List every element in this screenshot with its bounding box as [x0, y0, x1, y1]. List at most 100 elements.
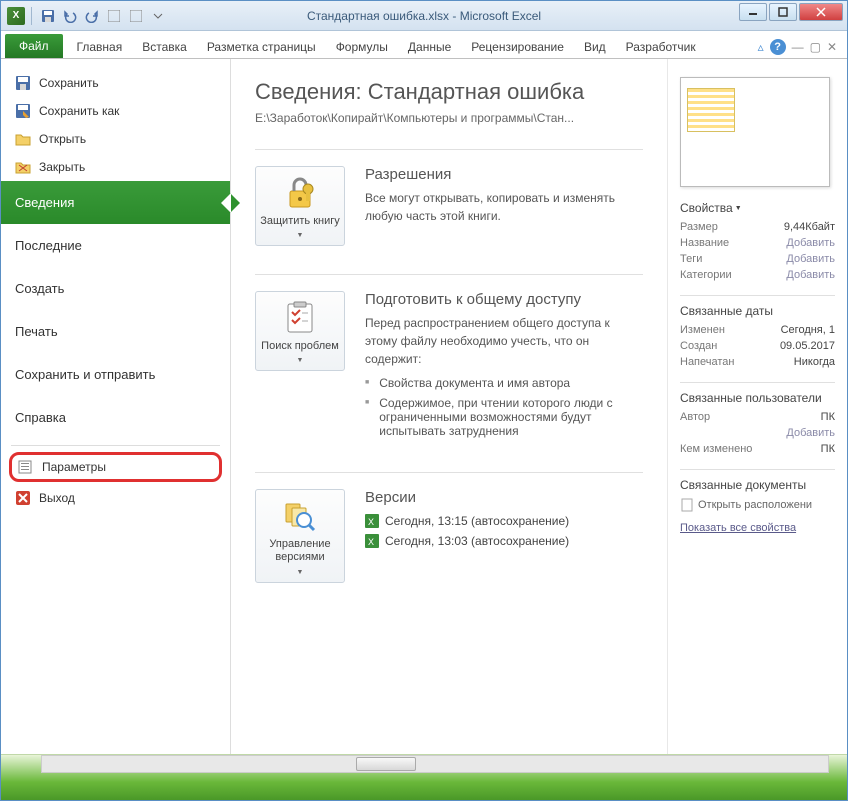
nav-open[interactable]: Открыть: [1, 125, 230, 153]
info-panel: Сведения: Стандартная ошибка E:\Заработо…: [231, 59, 667, 754]
svg-text:X: X: [368, 537, 374, 547]
folder-open-icon: [15, 131, 31, 147]
tab-data[interactable]: Данные: [398, 35, 461, 58]
prop-row: Создан09.05.2017: [680, 340, 835, 352]
page-title: Сведения: Стандартная ошибка: [255, 79, 643, 105]
doc-close-icon[interactable]: ✕: [827, 40, 837, 54]
add-title-link[interactable]: Добавить: [786, 237, 835, 249]
qat-redo-button[interactable]: [82, 6, 102, 26]
exit-icon: [15, 490, 31, 506]
tab-file[interactable]: Файл: [5, 34, 63, 58]
nav-print[interactable]: Печать: [1, 310, 230, 353]
qat-save-button[interactable]: [38, 6, 58, 26]
prop-row: КатегорииДобавить: [680, 269, 835, 281]
permissions-heading: Разрешения: [365, 166, 643, 183]
tab-layout[interactable]: Разметка страницы: [197, 35, 326, 58]
prop-row: Размер9,44Кбайт: [680, 221, 835, 233]
folder-close-icon: [15, 159, 31, 175]
nav-help[interactable]: Справка: [1, 396, 230, 439]
manage-versions-button[interactable]: Управление версиями ▼: [255, 489, 345, 582]
add-categories-link[interactable]: Добавить: [786, 269, 835, 281]
nav-save[interactable]: Сохранить: [1, 69, 230, 97]
permissions-text: Все могут открывать, копировать и изменя…: [365, 189, 643, 225]
users-heading: Связанные пользователи: [680, 391, 835, 405]
tab-insert[interactable]: Вставка: [132, 35, 197, 58]
backstage-nav: Сохранить Сохранить как Открыть Закрыть …: [1, 59, 231, 754]
save-as-icon: [15, 103, 31, 119]
prop-row: Кем измененоПК: [680, 443, 835, 455]
horizontal-scrollbar[interactable]: [41, 755, 829, 773]
minimize-button[interactable]: [739, 3, 767, 21]
versions-heading: Версии: [365, 489, 643, 506]
qat-undo-button[interactable]: [60, 6, 80, 26]
svg-text:X: X: [368, 517, 374, 527]
prop-row: Добавить: [680, 427, 835, 439]
prop-row: НазваниеДобавить: [680, 237, 835, 249]
excel-file-icon: X: [365, 514, 379, 528]
prop-row: ИзмененСегодня, 1: [680, 324, 835, 336]
nav-share[interactable]: Сохранить и отправить: [1, 353, 230, 396]
document-thumbnail: [680, 77, 830, 187]
prop-row: ТегиДобавить: [680, 253, 835, 265]
version-item[interactable]: X Сегодня, 13:03 (автосохранение): [365, 534, 643, 548]
versions-section: Управление версиями ▼ Версии X Сегодня, …: [255, 472, 643, 582]
quick-access-toolbar: X: [1, 6, 168, 26]
version-item[interactable]: X Сегодня, 13:15 (автосохранение): [365, 514, 643, 528]
add-author-link[interactable]: Добавить: [786, 427, 835, 439]
ribbon-minimize-icon[interactable]: ▵: [758, 40, 764, 54]
tab-home[interactable]: Главная: [67, 35, 133, 58]
save-icon: [15, 75, 31, 91]
prepare-heading: Подготовить к общему доступу: [365, 291, 643, 308]
checklist-icon: [282, 300, 318, 336]
add-tags-link[interactable]: Добавить: [786, 253, 835, 265]
protect-workbook-button[interactable]: Защитить книгу ▼: [255, 166, 345, 246]
doc-minimize-icon[interactable]: —: [792, 40, 804, 54]
docs-heading: Связанные документы: [680, 478, 835, 492]
file-path: E:\Заработок\Копирайт\Компьютеры и прогр…: [255, 111, 643, 125]
versions-icon: [282, 498, 318, 534]
prepare-text: Перед распространением общего доступа к …: [365, 314, 643, 368]
excel-file-icon: X: [365, 534, 379, 548]
maximize-button[interactable]: [769, 3, 797, 21]
scrollbar-thumb[interactable]: [356, 757, 416, 771]
excel-icon: X: [7, 7, 25, 25]
nav-recent[interactable]: Последние: [1, 224, 230, 267]
list-item: Содержимое, при чтении которого люди с о…: [365, 396, 643, 438]
window-controls: [739, 3, 843, 21]
show-all-properties-link[interactable]: Показать все свойства: [680, 522, 835, 534]
qat-button[interactable]: [104, 6, 124, 26]
backstage-view: Сохранить Сохранить как Открыть Закрыть …: [1, 59, 847, 754]
nav-save-as[interactable]: Сохранить как: [1, 97, 230, 125]
status-bar: [1, 754, 847, 800]
window-title: Стандартная ошибка.xlsx - Microsoft Exce…: [307, 9, 541, 23]
properties-dropdown[interactable]: Свойства ▼: [680, 201, 835, 215]
app-window: X Стандартная ошибка.xlsx - Microsoft Ex…: [0, 0, 848, 801]
options-icon: [18, 459, 34, 475]
properties-panel: Свойства ▼ Размер9,44Кбайт НазваниеДобав…: [667, 59, 847, 754]
close-button[interactable]: [799, 3, 843, 21]
nav-new[interactable]: Создать: [1, 267, 230, 310]
qat-button[interactable]: [126, 6, 146, 26]
check-issues-button[interactable]: Поиск проблем ▼: [255, 291, 345, 371]
titlebar: X Стандартная ошибка.xlsx - Microsoft Ex…: [1, 1, 847, 31]
list-item: Свойства документа и имя автора: [365, 376, 643, 390]
prepare-section: Поиск проблем ▼ Подготовить к общему дос…: [255, 274, 643, 444]
qat-dropdown-button[interactable]: [148, 6, 168, 26]
permissions-section: Защитить книгу ▼ Разрешения Все могут от…: [255, 149, 643, 246]
tab-formulas[interactable]: Формулы: [326, 35, 398, 58]
prop-row: НапечатанНикогда: [680, 356, 835, 368]
nav-options[interactable]: Параметры: [9, 452, 222, 482]
ribbon-tabs: Файл Главная Вставка Разметка страницы Ф…: [1, 31, 847, 59]
prop-row: АвторПК: [680, 411, 835, 423]
open-location-link[interactable]: Открыть расположени: [680, 498, 835, 512]
nav-exit[interactable]: Выход: [1, 484, 230, 512]
tab-review[interactable]: Рецензирование: [461, 35, 574, 58]
file-icon: [680, 498, 694, 512]
tab-developer[interactable]: Разработчик: [616, 35, 706, 58]
doc-restore-icon[interactable]: ▢: [810, 40, 821, 54]
help-icon[interactable]: ?: [770, 39, 786, 55]
nav-info[interactable]: Сведения: [1, 181, 230, 224]
lock-icon: [282, 175, 318, 211]
nav-close[interactable]: Закрыть: [1, 153, 230, 181]
tab-view[interactable]: Вид: [574, 35, 616, 58]
